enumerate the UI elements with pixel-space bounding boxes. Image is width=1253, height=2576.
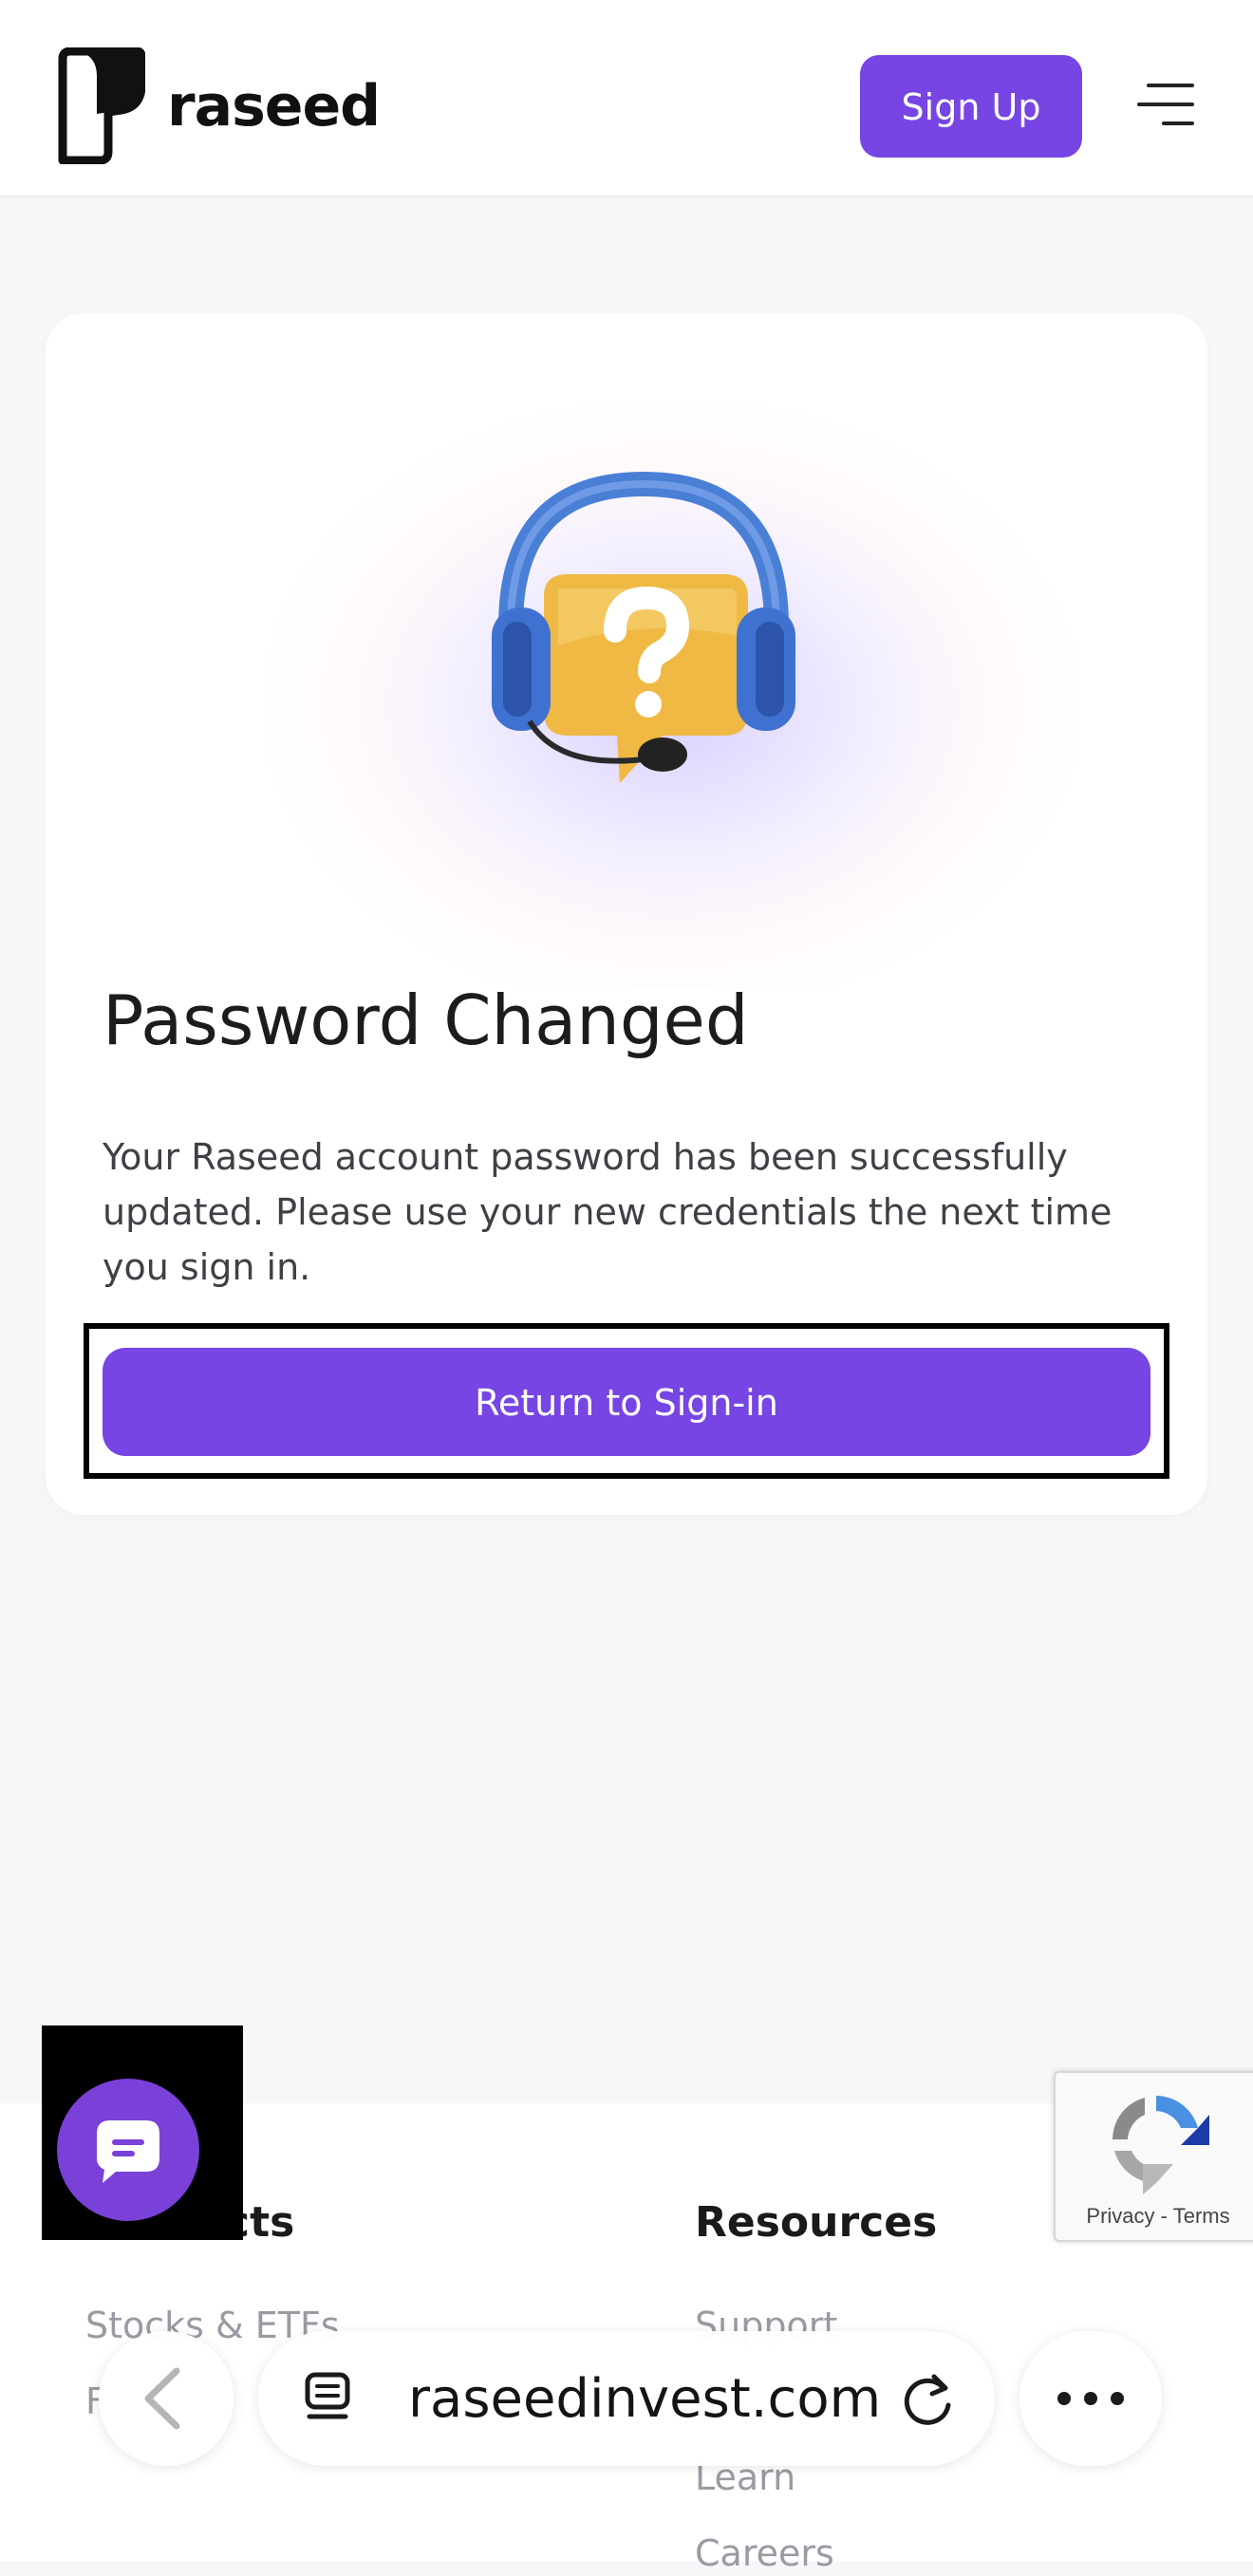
tab-overview-icon[interactable] (300, 2365, 357, 2432)
address-bar[interactable]: raseedinvest.com (258, 2331, 995, 2466)
chat-launcher-button[interactable] (57, 2079, 199, 2221)
recaptcha-terms-link[interactable]: Terms (1173, 2204, 1230, 2228)
url-text[interactable]: raseedinvest.com (408, 2365, 881, 2434)
browser-more-button[interactable] (1019, 2331, 1162, 2466)
browser-toolbar: raseedinvest.com (0, 2316, 1253, 2561)
recaptcha-separator: - (1160, 2204, 1168, 2228)
chevron-left-icon (144, 2367, 180, 2430)
more-dots-icon (1057, 2392, 1124, 2405)
headset-question-icon (492, 471, 795, 783)
return-to-sign-in-button[interactable]: Return to Sign-in (103, 1348, 1150, 1456)
recaptcha-privacy-link[interactable]: Privacy (1086, 2204, 1154, 2228)
hamburger-icon[interactable] (1137, 84, 1194, 125)
password-changed-card: Password Changed Your Raseed account pas… (46, 313, 1207, 1515)
recaptcha-badge[interactable]: Privacy - Terms (1054, 2071, 1253, 2242)
recaptcha-links: Privacy - Terms (1056, 2204, 1253, 2229)
reload-icon[interactable] (894, 2365, 961, 2432)
browser-back-button[interactable] (99, 2331, 234, 2466)
chat-icon (97, 2120, 159, 2183)
page-title: Password Changed (103, 980, 749, 1060)
site-header: raseed Sign Up (0, 0, 1253, 197)
confirmation-message: Your Raseed account password has been su… (103, 1136, 1113, 1288)
footer-resources-heading: Resources (695, 2198, 938, 2247)
recaptcha-logo-icon (1113, 2096, 1209, 2194)
raseed-logo-icon[interactable] (55, 47, 145, 164)
sign-up-button[interactable]: Sign Up (860, 55, 1082, 158)
brand-name[interactable]: raseed (167, 68, 381, 144)
